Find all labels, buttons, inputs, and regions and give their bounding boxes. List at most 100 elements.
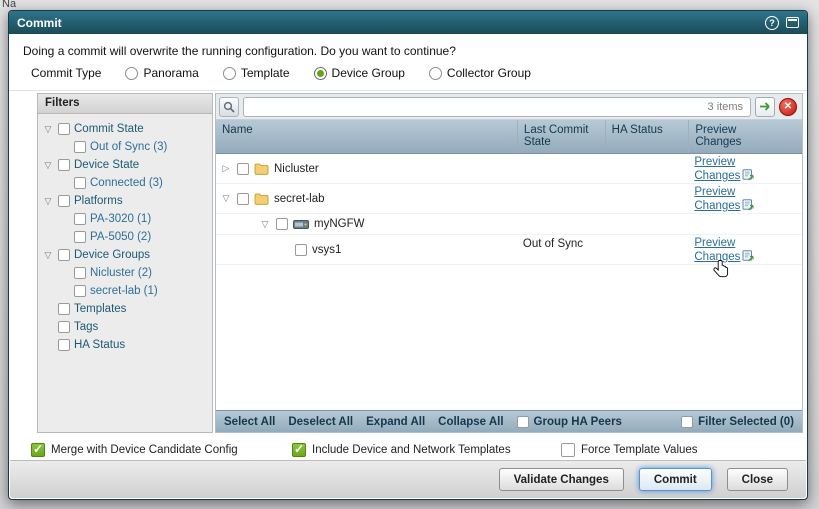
search-icon[interactable]	[219, 97, 239, 117]
validate-changes-button[interactable]: Validate Changes	[499, 468, 624, 491]
merge-device-candidate-checkbox[interactable]	[31, 443, 45, 457]
radio-icon[interactable]	[223, 67, 236, 80]
filter-label[interactable]: Commit State	[74, 123, 144, 135]
radio-device-group[interactable]: Device Group	[314, 66, 405, 80]
filter-checkbox[interactable]	[74, 267, 86, 279]
filter-checkbox[interactable]	[58, 249, 70, 261]
filter-checkbox[interactable]	[74, 231, 86, 243]
select-all-button[interactable]: Select All	[224, 416, 275, 428]
include-templates-option[interactable]: Include Device and Network Templates	[292, 442, 511, 458]
merge-device-candidate-option[interactable]: Merge with Device Candidate Config	[31, 442, 238, 458]
expand-row-icon[interactable]: ▷	[220, 164, 232, 173]
force-template-values-option[interactable]: Force Template Values	[561, 442, 698, 458]
filter-label[interactable]: Tags	[74, 321, 98, 333]
preview-icon	[742, 169, 754, 181]
filter-checkbox[interactable]	[74, 285, 86, 297]
filter-label[interactable]: secret-lab (1)	[90, 285, 158, 297]
filter-label[interactable]: PA-3020 (1)	[90, 213, 151, 225]
filter-group-device-groups[interactable]: ▽ Device Groups	[42, 246, 208, 264]
filter-label[interactable]: PA-5050 (2)	[90, 231, 151, 243]
filter-checkbox[interactable]	[58, 123, 70, 135]
commit-button[interactable]: Commit	[639, 468, 712, 491]
filter-selected-checkbox[interactable]	[681, 416, 693, 428]
radio-template[interactable]: Template	[223, 66, 290, 80]
filter-checkbox[interactable]	[58, 195, 70, 207]
window-icon[interactable]	[786, 17, 799, 28]
filter-checkbox[interactable]	[58, 339, 70, 351]
chevron-down-icon[interactable]: ▽	[42, 251, 54, 260]
commit-type-label: Commit Type	[31, 66, 101, 80]
filter-checkbox[interactable]	[58, 321, 70, 333]
group-ha-peers-checkbox[interactable]	[517, 416, 529, 428]
chevron-down-icon[interactable]: ▽	[42, 161, 54, 170]
close-button[interactable]: Close	[727, 468, 788, 491]
apply-filter-arrow-button[interactable]	[755, 97, 775, 117]
table-row-secret-lab[interactable]: ▽ secret-lab Preview Changes	[216, 184, 802, 214]
radio-panorama[interactable]: Panorama	[125, 66, 198, 80]
collapse-row-icon[interactable]: ▽	[259, 220, 271, 229]
force-template-values-checkbox[interactable]	[561, 443, 575, 457]
radio-collector-group[interactable]: Collector Group	[429, 66, 531, 80]
filter-checkbox[interactable]	[74, 141, 86, 153]
preview-changes-link[interactable]: Preview Changes	[694, 186, 754, 212]
filter-item-secret-lab[interactable]: secret-lab (1)	[42, 282, 208, 300]
filter-group-commit-state[interactable]: ▽ Commit State	[42, 120, 208, 138]
search-input[interactable]	[243, 97, 751, 117]
filter-group-tags[interactable]: Tags	[42, 318, 208, 336]
radio-icon[interactable]	[429, 67, 442, 80]
filter-checkbox[interactable]	[74, 213, 86, 225]
radio-icon[interactable]	[125, 67, 138, 80]
column-header-preview-changes[interactable]: Preview Changes	[688, 120, 802, 153]
row-checkbox[interactable]	[237, 193, 249, 205]
filter-checkbox[interactable]	[58, 303, 70, 315]
filter-label[interactable]: Nicluster (2)	[90, 267, 152, 279]
group-ha-peers-option[interactable]: Group HA Peers	[517, 416, 622, 428]
commit-dialog: Commit ? Doing a commit will overwrite t…	[8, 10, 808, 500]
include-templates-checkbox[interactable]	[292, 443, 306, 457]
filter-label[interactable]: Templates	[74, 303, 126, 315]
filter-label[interactable]: Device Groups	[74, 249, 150, 261]
chevron-down-icon[interactable]: ▽	[42, 125, 54, 134]
filter-item-connected[interactable]: Connected (3)	[42, 174, 208, 192]
filter-group-device-state[interactable]: ▽ Device State	[42, 156, 208, 174]
collapse-all-button[interactable]: Collapse All	[438, 416, 503, 428]
dialog-titlebar: Commit ?	[9, 11, 807, 34]
column-header-last-commit-state[interactable]: Last Commit State	[517, 120, 605, 153]
clear-filter-button[interactable]: ✕	[779, 98, 797, 116]
row-name: vsys1	[312, 244, 341, 256]
filter-label[interactable]: Device State	[74, 159, 139, 171]
preview-changes-link[interactable]: Preview Changes	[694, 156, 754, 182]
row-checkbox[interactable]	[276, 218, 288, 230]
chevron-down-icon[interactable]: ▽	[42, 197, 54, 206]
filter-selected-option[interactable]: Filter Selected (0)	[681, 416, 794, 428]
deselect-all-button[interactable]: Deselect All	[288, 416, 353, 428]
filter-item-out-of-sync[interactable]: Out of Sync (3)	[42, 138, 208, 156]
filters-tree: ▽ Commit State Out of Sync (3) ▽ Device …	[38, 114, 212, 360]
collapse-row-icon[interactable]: ▽	[220, 194, 232, 203]
filter-item-pa3020[interactable]: PA-3020 (1)	[42, 210, 208, 228]
expand-all-button[interactable]: Expand All	[366, 416, 425, 428]
filter-checkbox[interactable]	[58, 159, 70, 171]
cell-ha-status	[605, 235, 689, 264]
filter-label[interactable]: Connected (3)	[90, 177, 163, 189]
preview-changes-link[interactable]: Preview Changes	[694, 237, 754, 263]
filter-selected-label: Filter Selected (0)	[698, 416, 794, 428]
filter-group-platforms[interactable]: ▽ Platforms	[42, 192, 208, 210]
row-checkbox[interactable]	[237, 163, 249, 175]
row-checkbox[interactable]	[295, 244, 307, 256]
filter-label[interactable]: HA Status	[74, 339, 125, 351]
filter-group-ha-status[interactable]: HA Status	[42, 336, 208, 354]
table-row-vsys1[interactable]: vsys1 Out of Sync Preview Changes	[216, 235, 802, 265]
filter-group-templates[interactable]: Templates	[42, 300, 208, 318]
column-header-name[interactable]: Name	[216, 120, 517, 153]
column-header-ha-status[interactable]: HA Status	[605, 120, 689, 153]
filter-label[interactable]: Out of Sync (3)	[90, 141, 167, 153]
table-row-myngfw[interactable]: ▽ myNGFW	[216, 214, 802, 235]
help-icon[interactable]: ?	[765, 16, 779, 30]
filter-item-pa5050[interactable]: PA-5050 (2)	[42, 228, 208, 246]
filter-item-nicluster[interactable]: Nicluster (2)	[42, 264, 208, 282]
filter-checkbox[interactable]	[74, 177, 86, 189]
radio-icon-selected[interactable]	[314, 67, 327, 80]
table-row-nicluster[interactable]: ▷ Nicluster Preview Changes	[216, 154, 802, 184]
filter-label[interactable]: Platforms	[74, 195, 123, 207]
